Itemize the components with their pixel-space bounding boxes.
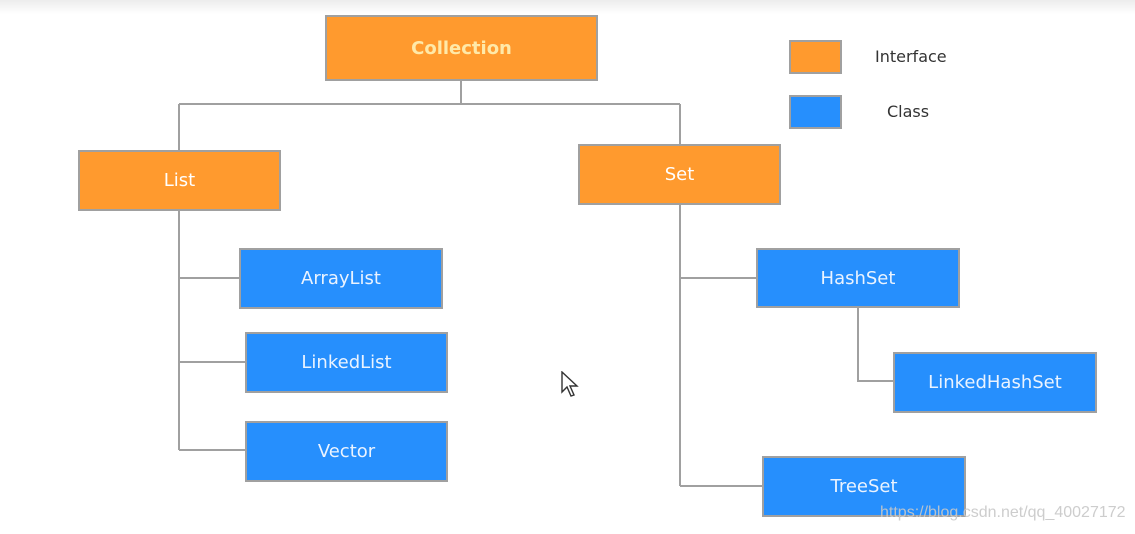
legend-label-interface: Interface [875,47,947,66]
legend-swatch-interface [789,40,842,74]
node-label: ArrayList [301,268,381,289]
node-label: List [163,170,196,191]
node-hashset: HashSet [756,248,960,308]
node-label: Set [664,164,695,185]
node-set: Set [578,144,781,205]
diagram-canvas: Collection List Set ArrayList LinkedList… [0,0,1135,534]
node-list: List [78,150,281,211]
connector-hashset [857,307,893,382]
arrow-cursor-icon [561,371,579,397]
watermark: https://blog.csdn.net/qq_40027172 [880,504,1126,521]
node-label: Collection [411,37,512,59]
node-linkedlist: LinkedList [245,332,448,393]
node-arraylist: ArrayList [239,248,443,309]
connector-set [679,204,762,487]
node-label: Vector [317,441,376,462]
node-label: LinkedList [301,352,392,373]
node-label: TreeSet [830,476,898,497]
connector-list [178,210,245,451]
node-label: LinkedHashSet [928,372,1062,393]
node-collection: Collection [325,15,598,81]
node-label: HashSet [820,267,896,289]
node-vector: Vector [245,421,448,482]
legend-swatch-class [789,95,842,129]
legend-label-class: Class [887,102,930,121]
connector-collection [178,80,681,150]
node-linkedhashset: LinkedHashSet [893,352,1097,413]
